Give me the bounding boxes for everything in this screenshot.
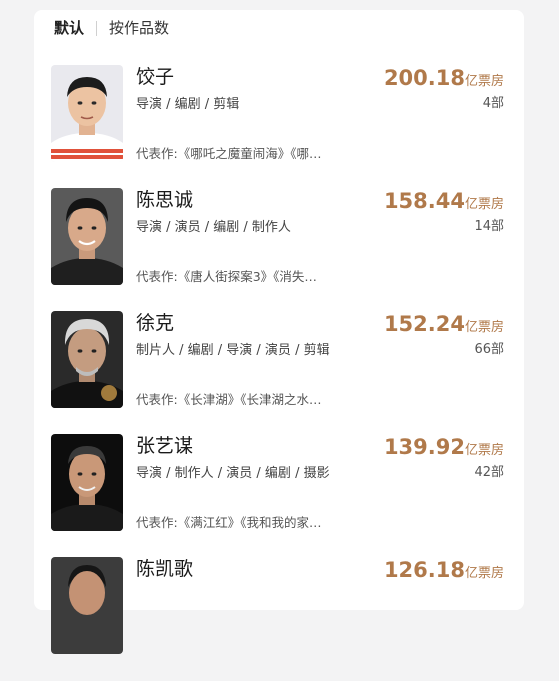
representative-works: 代表作:《哪吒之魔童闹海》《哪…: [136, 146, 322, 161]
person-name: 张艺谋: [136, 435, 194, 457]
person-row-4[interactable]: 张艺谋 导演 / 制作人 / 演员 / 编剧 / 摄影 代表作:《满江红》《我和…: [34, 434, 524, 558]
box-office-amount: 152.24: [383, 312, 465, 336]
avatar-photo: [51, 188, 123, 285]
representative-works: 代表作:《长津湖》《长津湖之水…: [136, 392, 322, 407]
box-office-unit: 亿票房: [464, 566, 504, 581]
sort-tabs: 默认 按作品数: [34, 10, 524, 48]
box-office-amount: 126.18: [383, 558, 465, 582]
person-name: 陈思诚: [136, 189, 194, 211]
avatar-photo: [51, 434, 123, 531]
person-roles: 导演 / 制作人 / 演员 / 编剧 / 摄影: [136, 466, 330, 481]
box-office-total: 200.18亿票房: [384, 65, 504, 91]
works-count: 42部: [474, 465, 504, 480]
box-office-amount: 200.18: [383, 66, 465, 90]
person-row-3[interactable]: 徐克 制片人 / 编剧 / 导演 / 演员 / 剪辑 代表作:《长津湖》《长津湖…: [34, 311, 524, 435]
person-roles: 导演 / 演员 / 编剧 / 制作人: [136, 220, 291, 235]
avatar-photo: [51, 557, 123, 654]
person-row-2[interactable]: 陈思诚 导演 / 演员 / 编剧 / 制作人 代表作:《唐人街探案3》《消失… …: [34, 188, 524, 312]
person-roles: 制片人 / 编剧 / 导演 / 演员 / 剪辑: [136, 343, 330, 358]
person-name: 陈凯歌: [136, 558, 194, 580]
works-count: 66部: [474, 342, 504, 357]
box-office-total: 139.92亿票房: [384, 434, 504, 460]
person-roles: 导演 / 编剧 / 剪辑: [136, 97, 240, 112]
person-name: 饺子: [136, 66, 175, 88]
box-office-unit: 亿票房: [464, 74, 504, 89]
person-row-5[interactable]: 陈凯歌 126.18亿票房: [34, 557, 524, 681]
avatar-photo: [51, 65, 123, 162]
box-office-total: 126.18亿票房: [384, 557, 504, 583]
tab-by-works-count[interactable]: 按作品数: [109, 18, 169, 38]
tab-default[interactable]: 默认: [54, 18, 84, 38]
person-row-1[interactable]: 饺子 导演 / 编剧 / 剪辑 代表作:《哪吒之魔童闹海》《哪… 200.18亿…: [34, 65, 524, 189]
person-name: 徐克: [136, 312, 175, 334]
box-office-amount: 158.44: [383, 189, 465, 213]
avatar-photo: [51, 311, 123, 408]
box-office-unit: 亿票房: [464, 197, 504, 212]
box-office-amount: 139.92: [383, 435, 465, 459]
tab-divider: [96, 21, 97, 36]
box-office-unit: 亿票房: [464, 320, 504, 335]
works-count: 4部: [482, 96, 504, 111]
box-office-unit: 亿票房: [464, 443, 504, 458]
box-office-total: 152.24亿票房: [384, 311, 504, 337]
representative-works: 代表作:《唐人街探案3》《消失…: [136, 269, 317, 284]
works-count: 14部: [474, 219, 504, 234]
ranking-card: 默认 按作品数 饺子 导演 / 编剧 / 剪辑 代表作:《哪吒之魔童闹海》《哪……: [34, 10, 524, 654]
box-office-total: 158.44亿票房: [384, 188, 504, 214]
representative-works: 代表作:《满江红》《我和我的家…: [136, 515, 322, 530]
